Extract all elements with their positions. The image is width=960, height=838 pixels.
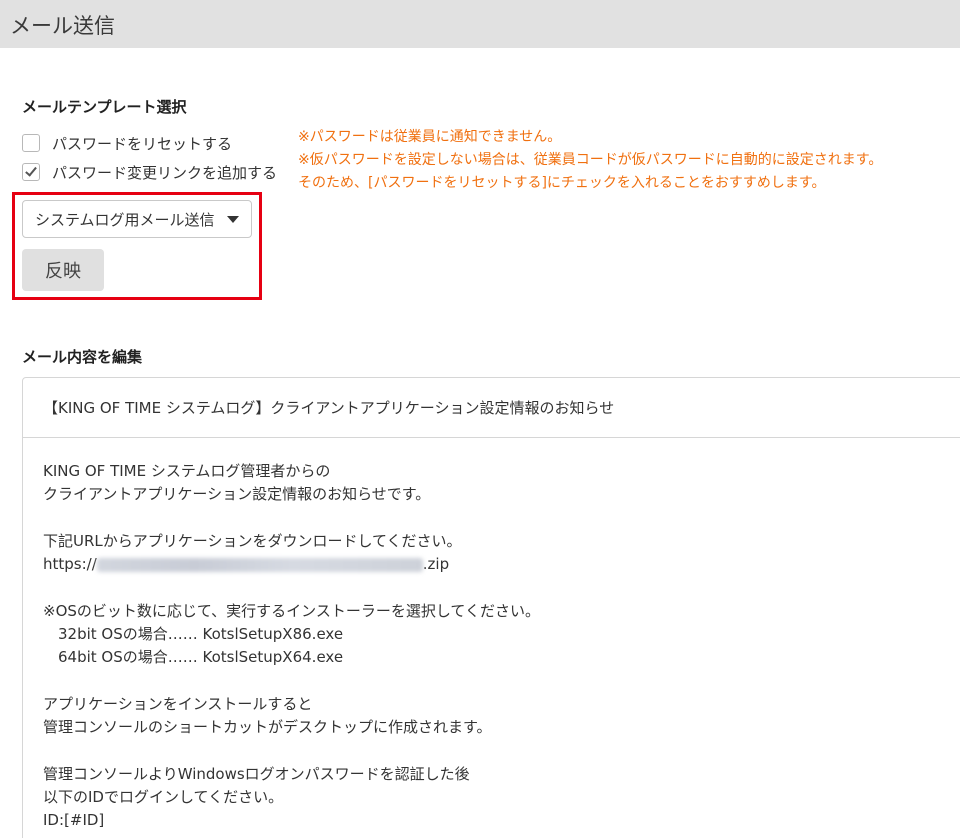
download-url: https:// .zip: [43, 555, 449, 573]
mail-section-title: メール内容を編集: [22, 348, 143, 366]
body-line: クライアントアプリケーション設定情報のお知らせです。: [43, 485, 431, 504]
add-change-link-label: パスワード変更リンクを追加する: [52, 163, 278, 182]
reset-password-label: パスワードをリセットする: [52, 134, 233, 153]
body-line: 下記URLからアプリケーションをダウンロードしてください。: [43, 531, 462, 550]
body-line: 32bit OSの場合…… KotslSetupX86.exe: [43, 625, 344, 644]
notice-line: ※パスワードは従業員に通知できません。: [298, 129, 562, 145]
url-prefix: https://: [43, 555, 97, 574]
subject-field[interactable]: 【KING OF TIME システムログ】クライアントアプリケーション設定情報の…: [23, 378, 960, 438]
body-line: アプリケーションをインストールすると: [43, 694, 313, 713]
body-line: 以下のIDでログインしてください。: [43, 788, 284, 807]
body-line: 管理コンソールのショートカットがデスクトップに作成されます。: [43, 718, 492, 737]
redacted-url: [96, 557, 423, 572]
reset-password-checkbox-row[interactable]: パスワードをリセットする: [22, 132, 232, 154]
add-change-link-checkbox-row[interactable]: パスワード変更リンクを追加する: [22, 161, 277, 183]
body-line: 管理コンソールよりWindowsログオンパスワードを認証した後: [43, 764, 470, 783]
subject-text: 【KING OF TIME システムログ】クライアントアプリケーション設定情報の…: [43, 399, 615, 417]
mail-editor[interactable]: 【KING OF TIME システムログ】クライアントアプリケーション設定情報の…: [22, 377, 960, 838]
apply-button[interactable]: 反映: [22, 249, 104, 291]
password-notice: ※パスワードは従業員に通知できません。 ※仮パスワードを設定しない場合は、従業員…: [298, 126, 882, 195]
caret-down-icon: [227, 216, 239, 223]
checkmark-icon: [25, 164, 37, 177]
page-header: メール送信: [0, 0, 960, 48]
page-title: メール送信: [10, 14, 115, 38]
body-line: KING OF TIME システムログ管理者からの: [43, 462, 331, 480]
body-line: 64bit OSの場合…… KotslSetupX64.exe: [43, 648, 344, 667]
url-suffix: .zip: [422, 555, 450, 574]
template-section-title: メールテンプレート選択: [22, 98, 187, 116]
body-line: ID:[#ID]: [43, 811, 105, 830]
body-line: ※OSのビット数に応じて、実行するインストーラーを選択してください。: [43, 601, 540, 620]
notice-line: そのため、[パスワードをリセットする]にチェックを入れることをおすすめします。: [298, 175, 826, 191]
add-change-link-checkbox[interactable]: [22, 163, 40, 181]
mail-body-textarea[interactable]: KING OF TIME システムログ管理者からの クライアントアプリケーション…: [43, 460, 540, 833]
notice-line: ※仮パスワードを設定しない場合は、従業員コードが仮パスワードに自動的に設定されま…: [298, 152, 883, 168]
template-select-value: システムログ用メール送信: [35, 210, 215, 229]
reset-password-checkbox[interactable]: [22, 134, 40, 152]
template-select[interactable]: システムログ用メール送信: [22, 200, 252, 238]
